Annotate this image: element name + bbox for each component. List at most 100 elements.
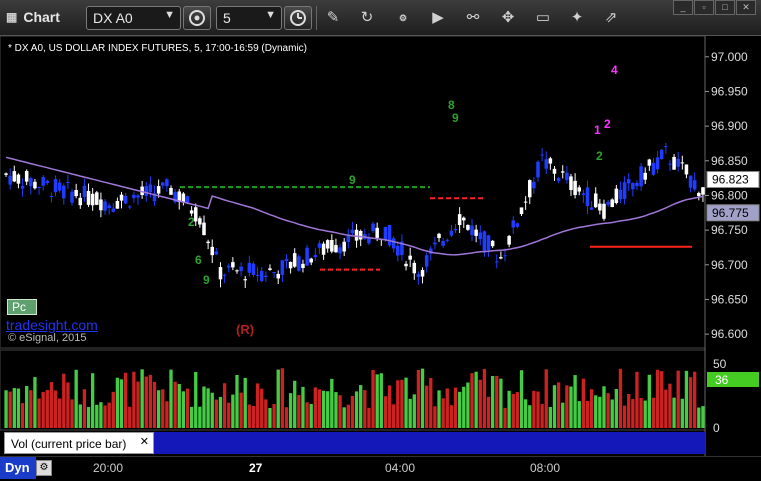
- candle-body: [560, 171, 565, 173]
- volume-bar: [392, 404, 396, 428]
- close-icon[interactable]: ✕: [140, 435, 149, 448]
- volume-bar: [119, 379, 124, 428]
- volume-bar: [90, 373, 95, 428]
- volume-bar: [412, 394, 416, 428]
- volume-bar: [396, 380, 400, 428]
- price-chart[interactable]: 97.000 96.950 96.900 96.850 96.800 96.750 96.7…: [0, 35, 761, 456]
- time-axis: Dyn ⚙ 20:00 27 04:00 08:00: [0, 456, 761, 481]
- clock-button[interactable]: [284, 6, 312, 30]
- candle-body: [317, 243, 322, 248]
- chart-app-icon: ▦: [6, 10, 18, 24]
- candle-body: [132, 194, 136, 199]
- watermark-link[interactable]: tradesight.com: [6, 317, 98, 333]
- volume-tick-label: 50: [713, 357, 727, 371]
- candle-body: [672, 156, 676, 170]
- volume-bar: [140, 369, 144, 428]
- candle-body: [474, 229, 478, 236]
- candle-body: [371, 223, 375, 232]
- setup-count-label: 9: [203, 273, 210, 287]
- candle-body: [647, 159, 652, 166]
- volume-bar: [651, 397, 656, 428]
- volume-bar: [107, 402, 111, 428]
- volume-bar: [676, 370, 680, 428]
- volume-bar: [639, 398, 643, 428]
- volume-bar: [177, 384, 181, 428]
- candle-body: [598, 203, 602, 211]
- volume-bar: [627, 394, 631, 428]
- volume-bar: [330, 378, 334, 428]
- chevron-down-icon[interactable]: ▼: [265, 9, 276, 21]
- link-icon[interactable]: ⚯: [462, 9, 484, 27]
- close-icon[interactable]: ✕: [736, 0, 756, 15]
- last-price-marker-label: 96.823: [712, 173, 749, 187]
- settings-icon[interactable]: ⚙: [36, 460, 52, 476]
- candle-body: [123, 195, 128, 204]
- candle-body: [264, 275, 268, 278]
- gear-icon[interactable]: ⚙: [392, 9, 414, 27]
- candle-body: [515, 223, 520, 227]
- y-tick-label: 96.800: [711, 188, 748, 202]
- volume-bar: [602, 386, 606, 428]
- y-tick-label: 96.600: [711, 327, 748, 341]
- symbol-select[interactable]: DX A0 ▼: [86, 6, 181, 30]
- volume-bar: [499, 378, 503, 428]
- pencil-icon[interactable]: ✎: [322, 9, 344, 27]
- volume-bar: [552, 385, 557, 428]
- candle-body: [107, 205, 111, 209]
- volume-bar: [132, 371, 136, 428]
- volume-bar: [528, 405, 532, 428]
- volume-bar: [655, 369, 660, 428]
- candle-body: [680, 162, 685, 164]
- chart-area[interactable]: 97.000 96.950 96.900 96.850 96.800 96.750 96.7…: [0, 35, 761, 456]
- refresh-icon[interactable]: ↻: [356, 9, 378, 27]
- pc-button[interactable]: Pc: [7, 299, 37, 315]
- volume-bar: [693, 371, 697, 428]
- candle-body: [165, 179, 169, 187]
- volume-legend-label: Vol (current price bar): [11, 437, 127, 451]
- volume-bar: [194, 371, 198, 428]
- candle-body: [226, 265, 231, 268]
- settings-button[interactable]: [183, 6, 211, 30]
- pin-icon[interactable]: ✥: [497, 9, 519, 27]
- minimize-icon[interactable]: _: [673, 0, 693, 15]
- volume-bar: [433, 406, 437, 428]
- candle-body: [354, 229, 359, 241]
- maximize-icon[interactable]: □: [715, 0, 735, 15]
- candle-body: [144, 186, 149, 196]
- volume-bar: [523, 399, 528, 428]
- dyn-button[interactable]: Dyn: [0, 457, 36, 479]
- volume-bar: [70, 399, 74, 428]
- volume-bar: [181, 391, 186, 428]
- candle-body: [301, 263, 305, 269]
- play-icon[interactable]: ▶: [427, 9, 449, 27]
- share-icon[interactable]: ⇗: [600, 9, 622, 27]
- candle-body: [37, 186, 41, 188]
- candle-body: [655, 157, 660, 170]
- copyright-text: © eSignal, 2015: [8, 332, 87, 344]
- candle-body: [511, 220, 516, 228]
- volume-bar: [342, 407, 346, 428]
- volume-bar: [49, 382, 54, 428]
- chevron-down-icon[interactable]: ▼: [164, 9, 175, 21]
- candle-body: [383, 226, 388, 241]
- volume-bar: [115, 377, 120, 428]
- app-title: ▦ Chart: [6, 9, 60, 25]
- interval-select[interactable]: 5 ▼: [216, 6, 282, 30]
- restore-icon[interactable]: ▫: [694, 0, 714, 15]
- candle-body: [29, 178, 33, 187]
- candle-body: [218, 267, 223, 280]
- r-label: (R): [236, 322, 254, 337]
- volume-bar: [697, 407, 701, 428]
- setup-count-label: 9: [452, 111, 459, 125]
- volume-bar: [643, 400, 647, 428]
- volume-bar: [25, 385, 29, 428]
- volume-bar: [503, 407, 507, 428]
- candle-body: [626, 179, 631, 184]
- candle-body: [20, 186, 25, 189]
- volume-bar: [309, 403, 313, 428]
- twitter-icon[interactable]: ✦: [566, 9, 588, 27]
- candle-body: [82, 185, 87, 197]
- volume-bar: [321, 390, 326, 428]
- comment-icon[interactable]: ▭: [532, 9, 554, 27]
- volume-bar: [12, 388, 16, 428]
